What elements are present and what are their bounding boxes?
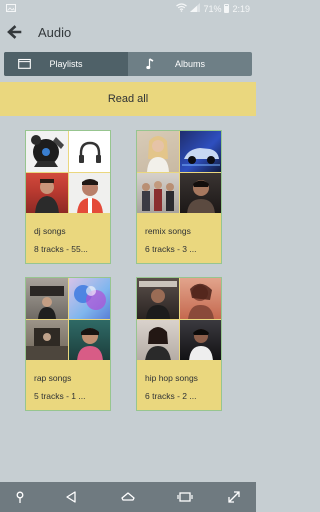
album-art-thumbnail <box>68 131 110 172</box>
playlist-track-count: 6 tracks - 2 ... <box>145 391 197 401</box>
playlist-card[interactable]: remix songs 6 tracks - 3 ... <box>136 130 222 264</box>
album-art-thumbnail <box>137 319 179 360</box>
expand-icon[interactable] <box>226 489 242 505</box>
playlist-artwork <box>26 131 110 213</box>
playlist-card[interactable]: rap songs 5 tracks - 1 ... <box>25 277 111 411</box>
album-art-thumbnail <box>26 172 68 213</box>
album-art-thumbnail <box>179 172 221 213</box>
system-nav-bar <box>0 482 256 512</box>
tab-albums[interactable]: Albums <box>128 52 252 76</box>
tab-playlists[interactable]: Playlists <box>4 52 128 76</box>
status-indicators: 71% 2:19 <box>176 3 250 14</box>
home-icon[interactable] <box>120 489 136 505</box>
pin-icon[interactable] <box>12 489 28 505</box>
playlist-card[interactable]: hip hop songs 6 tracks - 2 ... <box>136 277 222 411</box>
arrow-left-icon <box>7 25 22 39</box>
read-all-label: Read all <box>107 93 149 105</box>
album-art-thumbnail <box>68 319 110 360</box>
clock: 2:19 <box>232 3 250 14</box>
signal-icon <box>190 3 201 14</box>
playlist-name: remix songs <box>145 226 191 236</box>
tab-bar: Playlists Albums <box>4 52 252 76</box>
album-art-thumbnail <box>179 278 221 319</box>
album-art-thumbnail <box>26 278 68 319</box>
playlist-name: hip hop songs <box>145 373 198 383</box>
recents-icon[interactable] <box>177 489 193 505</box>
battery-percent: 71% <box>203 3 222 14</box>
playlist-artwork <box>26 278 110 360</box>
album-art-thumbnail <box>68 278 110 319</box>
album-art-thumbnail <box>179 131 221 172</box>
album-art-thumbnail <box>137 278 179 319</box>
back-triangle-icon[interactable] <box>63 489 79 505</box>
read-all-button[interactable]: Read all <box>0 82 256 116</box>
album-art-thumbnail <box>26 319 68 360</box>
back-button[interactable] <box>6 24 24 42</box>
tab-playlists-label: Playlists <box>49 59 83 69</box>
album-art-thumbnail <box>179 319 221 360</box>
album-art-thumbnail <box>137 131 179 172</box>
playlist-name: dj songs <box>34 226 66 236</box>
folder-icon <box>18 58 31 71</box>
music-note-icon <box>146 58 154 72</box>
app-bar: Audio <box>0 18 256 50</box>
image-icon <box>6 4 16 14</box>
headphones-icon <box>78 141 101 163</box>
playlist-track-count: 6 tracks - 3 ... <box>145 244 197 254</box>
playlist-track-count: 8 tracks - 55... <box>34 244 88 254</box>
playlist-name: rap songs <box>34 373 72 383</box>
wifi-icon <box>176 3 188 14</box>
playlist-artwork <box>137 131 221 213</box>
playlist-artwork <box>137 278 221 360</box>
album-art-thumbnail <box>26 131 68 172</box>
page-title: Audio <box>38 25 72 40</box>
album-art-thumbnail <box>137 172 179 213</box>
tab-albums-label: Albums <box>174 59 205 69</box>
album-art-thumbnail <box>68 172 110 213</box>
playlist-track-count: 5 tracks - 1 ... <box>34 391 86 401</box>
battery-icon <box>224 4 230 13</box>
status-bar: 71% 2:19 <box>0 0 256 18</box>
playlist-card[interactable]: dj songs 8 tracks - 55... <box>25 130 111 264</box>
